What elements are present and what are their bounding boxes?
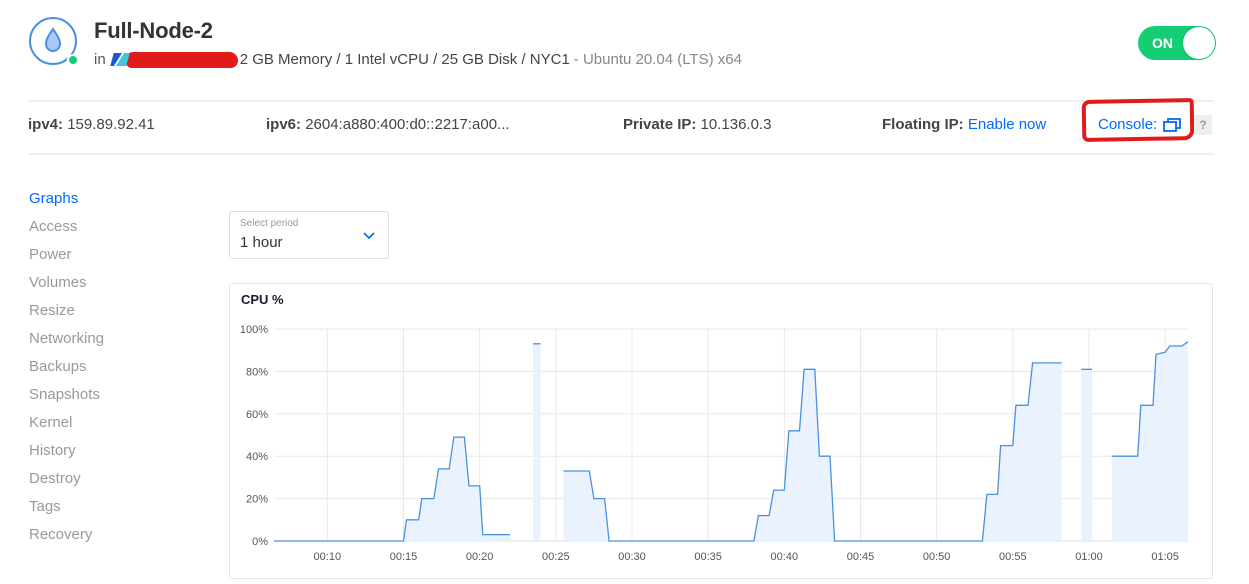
cpu-chart: 0% 20% 40% 60% 80% 100% 00:10 00:15 00:20 00:25 0…	[240, 324, 1189, 563]
private-ip-label: Private IP:	[623, 116, 697, 133]
console-label: Console:	[1098, 116, 1158, 133]
droplet-header: Full-Node-2 in 2 GB Memory / 1 Intel vCP…	[28, 14, 1216, 84]
x-tick-label: 00:25	[542, 551, 570, 563]
chevron-down-icon	[363, 232, 375, 240]
sidebar-item-volumes[interactable]: Volumes	[29, 273, 199, 301]
x-tick-label: 00:55	[999, 551, 1027, 563]
sidebar-item-kernel[interactable]: Kernel	[29, 413, 199, 441]
x-tick-label: 00:20	[466, 551, 494, 563]
x-tick-label: 00:45	[847, 551, 875, 563]
period-select-caption: Select period	[240, 218, 299, 229]
x-tick-label: 01:00	[1075, 551, 1103, 563]
help-icon[interactable]: ?	[1194, 115, 1212, 135]
private-ip-value[interactable]: 10.136.0.3	[701, 116, 772, 133]
y-tick-label: 20%	[246, 494, 268, 506]
in-label: in	[94, 51, 106, 68]
period-select-value: 1 hour	[240, 234, 283, 251]
console-link[interactable]: Console:	[1098, 116, 1182, 133]
redacted-project-name	[125, 51, 238, 68]
droplet-name: Full-Node-2	[94, 18, 213, 43]
status-indicator-icon	[67, 54, 79, 66]
cpu-chart-card: 0% 20% 40% 60% 80% 100% 00:10 00:15 00:20 00:25 0…	[229, 283, 1213, 579]
droplet-specs: 2 GB Memory / 1 Intel vCPU / 25 GB Disk …	[239, 51, 570, 68]
cpu-area-segment	[274, 437, 511, 541]
sidebar-item-networking[interactable]: Networking	[29, 329, 199, 357]
sidebar-item-resize[interactable]: Resize	[29, 301, 199, 329]
y-tick-label: 40%	[246, 451, 268, 463]
droplet-os: - Ubuntu 20.04 (LTS) x64	[573, 51, 742, 68]
floating-ip-info: Floating IP: Enable now	[882, 116, 1046, 133]
chart-title: CPU %	[241, 292, 284, 307]
y-tick-label: 80%	[246, 366, 268, 378]
ipv6-info: ipv6: 2604:a880:400:d0::2217:a00...	[266, 116, 510, 133]
sidebar-item-power[interactable]: Power	[29, 245, 199, 273]
cpu-area-segment	[563, 362, 1062, 541]
x-tick-label: 00:30	[618, 551, 646, 563]
droplet-sidebar-nav: Graphs Access Power Volumes Resize Netwo…	[29, 189, 199, 553]
private-ip-info: Private IP: 10.136.0.3	[623, 116, 771, 133]
enable-floating-ip-link[interactable]: Enable now	[968, 116, 1046, 133]
x-tick-label: 00:35	[694, 551, 722, 563]
power-toggle[interactable]: ON	[1138, 26, 1216, 60]
droplet-subtitle: in 2 GB Memory / 1 Intel vCPU / 25 GB Di…	[94, 51, 742, 68]
sidebar-item-destroy[interactable]: Destroy	[29, 469, 199, 497]
floating-ip-label: Floating IP:	[882, 116, 964, 133]
sidebar-item-tags[interactable]: Tags	[29, 497, 199, 525]
x-tick-label: 01:05	[1151, 551, 1179, 563]
sidebar-item-snapshots[interactable]: Snapshots	[29, 385, 199, 413]
ipv6-label: ipv6:	[266, 116, 302, 133]
period-select[interactable]: Select period 1 hour	[229, 211, 389, 259]
ipv4-label: ipv4:	[28, 116, 64, 133]
project-icon	[109, 53, 130, 66]
x-tick-label: 00:15	[390, 551, 418, 563]
ipv4-info: ipv4: 159.89.92.41	[28, 116, 155, 133]
power-toggle-label: ON	[1152, 35, 1173, 51]
x-tick-label: 00:10	[314, 551, 342, 563]
sidebar-item-access[interactable]: Access	[29, 217, 199, 245]
toggle-knob	[1183, 27, 1215, 59]
x-tick-label: 00:50	[923, 551, 951, 563]
sidebar-item-recovery[interactable]: Recovery	[29, 525, 199, 553]
sidebar-item-graphs[interactable]: Graphs	[29, 189, 199, 217]
x-tick-label: 00:40	[771, 551, 799, 563]
y-tick-label: 0%	[252, 536, 268, 548]
sidebar-item-history[interactable]: History	[29, 441, 199, 469]
sidebar-item-backups[interactable]: Backups	[29, 357, 199, 385]
y-tick-label: 60%	[246, 409, 268, 421]
cpu-area-segment	[533, 343, 541, 541]
cpu-area-segment	[1081, 369, 1092, 541]
external-window-icon	[1163, 117, 1182, 132]
ipv4-value[interactable]: 159.89.92.41	[67, 116, 155, 133]
ipv6-value[interactable]: 2604:a880:400:d0::2217:a00...	[305, 116, 509, 133]
y-tick-label: 100%	[240, 324, 268, 336]
network-info-bar: ipv4: 159.89.92.41 ipv6: 2604:a880:400:d…	[28, 98, 1214, 155]
